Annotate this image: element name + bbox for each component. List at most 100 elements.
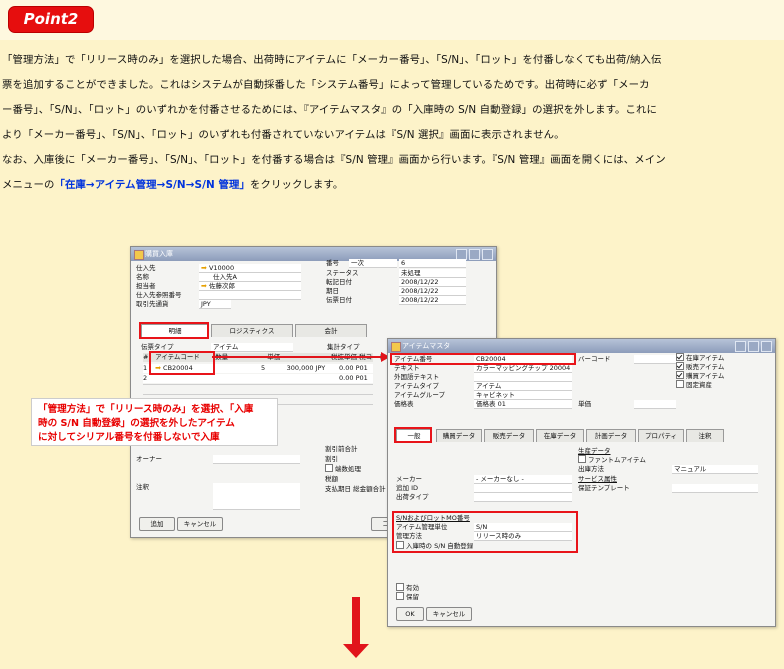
link-arrow-icon[interactable]: ➡ xyxy=(201,282,207,290)
tab-sales-data[interactable]: 販売データ xyxy=(484,429,534,442)
connector-arrow-line xyxy=(212,356,382,358)
close-icon[interactable] xyxy=(761,341,772,352)
item-type-select[interactable]: アイテム xyxy=(211,343,293,352)
vendor-ref-field[interactable] xyxy=(199,291,301,300)
item-master-window: アイテムマスタ アイテム番号 CB20004 テキスト カラーマッピングチップ … xyxy=(387,338,776,627)
service-attr-header: サービス属性 xyxy=(578,475,617,483)
checkbox-icon xyxy=(396,583,404,591)
series-select[interactable]: 一次 xyxy=(349,259,397,268)
shipping-type-label: 出荷タイプ xyxy=(396,493,429,501)
owner-field[interactable] xyxy=(213,455,300,464)
tab-remarks[interactable]: 注釈 xyxy=(686,429,724,442)
paragraph-line-1: 「管理方法」で「リリース時のみ」を選択した場合、出荷時にアイテムに「メーカー番号… xyxy=(2,54,662,66)
status-label: ステータス xyxy=(326,269,359,277)
highlight-serial-section xyxy=(392,511,578,553)
item-window-titlebar: アイテムマスタ xyxy=(388,339,775,353)
due-date-label: 期日 xyxy=(326,287,339,295)
doc-number-label: 番号 xyxy=(326,259,339,267)
currency-field[interactable]: JPY xyxy=(199,300,231,309)
tab-planning-data[interactable]: 計画データ xyxy=(586,429,636,442)
vendor-name-label: 名称 xyxy=(136,273,149,281)
add-button[interactable]: 追加 xyxy=(139,517,175,531)
item-type-select[interactable]: アイテム xyxy=(474,382,572,391)
tab-logistics[interactable]: ロジスティクス xyxy=(211,324,293,337)
unit-price-field[interactable] xyxy=(634,400,676,409)
rounding-checkbox xyxy=(325,464,333,472)
link-arrow-icon[interactable]: ➡ xyxy=(201,264,207,272)
maximize-icon[interactable] xyxy=(748,341,759,352)
highlight-item-code xyxy=(149,351,215,375)
shipping-type-select[interactable] xyxy=(474,493,572,502)
ok-button[interactable]: OK xyxy=(396,607,424,621)
row1-tax[interactable]: 0.00 P01 xyxy=(339,364,368,373)
rounding-label[interactable]: 端数処理 xyxy=(325,464,361,474)
phantom-item-check[interactable]: ファントムアイテム xyxy=(578,455,646,465)
checkbox-icon xyxy=(676,353,684,361)
foreign-text-label: 外国語テキスト xyxy=(394,373,440,381)
warranty-field[interactable] xyxy=(672,484,758,493)
issue-method-select[interactable]: マニュアル xyxy=(672,465,758,474)
down-arrow-head-icon xyxy=(343,644,369,658)
item-text-field[interactable]: カラーマッピングチップ 20004 xyxy=(474,364,572,373)
manufacturer-select[interactable]: - メーカーなし - xyxy=(474,475,572,484)
minimize-icon[interactable] xyxy=(735,341,746,352)
callout-line-2: 時の S/N 自動登録」の選択を外したアイテム xyxy=(38,418,235,429)
callout-line-3: に対してシリアル番号を付番しないで入庫 xyxy=(38,432,220,443)
item-type-label: アイテムタイプ xyxy=(394,382,439,390)
paragraph-line-4: より「メーカー番号」、「S/N」、「ロット」のいずれも付番されていないアイテムは… xyxy=(2,129,565,141)
paragraph-line-3: ー番号」、「S/N」、「ロット」のいずれかを付番させるためには、『アイテムマスタ… xyxy=(2,104,657,116)
row2-tax[interactable]: 0.00 P01 xyxy=(339,374,368,383)
contact-field[interactable]: ➡ 佐藤次郎 xyxy=(199,282,301,291)
window-app-icon xyxy=(391,342,401,352)
barcode-field[interactable] xyxy=(634,355,676,364)
unit-price-label: 単価 xyxy=(578,400,591,408)
item-group-select[interactable]: キャビネット xyxy=(474,391,572,400)
remarks-label: 注釈 xyxy=(136,483,149,491)
doc-date-label: 伝票日付 xyxy=(326,296,352,304)
item-group-label: アイテムグループ xyxy=(394,391,445,399)
tab-inventory-data[interactable]: 在庫データ xyxy=(536,429,584,442)
window-app-icon xyxy=(134,250,144,260)
owner-label: オーナー xyxy=(136,455,162,463)
checkbox-icon xyxy=(676,362,684,370)
check-fixed-asset[interactable]: 固定資産 xyxy=(676,380,712,390)
summary-type-label: 集計タイプ xyxy=(327,343,360,351)
price-list-label: 価格表 xyxy=(394,400,414,408)
highlight-item-number xyxy=(390,353,576,365)
header-strip xyxy=(0,0,784,40)
tab-properties[interactable]: プロパティ xyxy=(638,429,684,442)
issue-method-label: 出庫方法 xyxy=(578,465,604,473)
doc-number-field[interactable]: 6 xyxy=(399,259,466,268)
posting-date-field[interactable]: 2008/12/22 xyxy=(399,278,466,287)
remarks-field[interactable] xyxy=(213,483,300,510)
vendor-label: 仕入先 xyxy=(136,264,156,272)
vendor-ref-label: 仕入先参照番号 xyxy=(136,291,182,299)
vendor-field[interactable]: ➡ V10000 xyxy=(199,264,301,273)
close-icon[interactable] xyxy=(482,249,493,260)
item-window-title: アイテムマスタ xyxy=(402,342,451,350)
last-line-suffix: をクリックします。 xyxy=(249,179,344,191)
contact-label: 担当者 xyxy=(136,282,156,290)
doc-date-field[interactable]: 2008/12/22 xyxy=(399,296,466,305)
checkbox-icon xyxy=(676,380,684,388)
extra-id-field[interactable] xyxy=(474,484,572,493)
cancel-button[interactable]: キャンセル xyxy=(177,517,223,531)
currency-label: 取引先通貨 xyxy=(136,300,169,308)
tab-purchasing-data[interactable]: 購買データ xyxy=(436,429,482,442)
posting-date-label: 転記日付 xyxy=(326,278,352,286)
price-list-select[interactable]: 価格表 01 xyxy=(474,400,572,409)
extra-id-label: 追加 ID xyxy=(396,484,418,492)
checkbox-icon xyxy=(676,371,684,379)
checkbox-icon xyxy=(396,592,404,600)
foreign-text-field[interactable] xyxy=(474,373,572,382)
cancel-button[interactable]: キャンセル xyxy=(426,607,472,621)
menu-path-highlight: 「在庫→アイテム管理→S/N→S/N 管理」 xyxy=(54,179,250,191)
paragraph-line-6: メニューの「在庫→アイテム管理→S/N→S/N 管理」をクリックします。 xyxy=(2,175,782,196)
vendor-name-field[interactable]: 仕入先A xyxy=(199,273,301,282)
barcode-label: バーコード xyxy=(578,355,611,363)
due-date-field[interactable]: 2008/12/22 xyxy=(399,287,466,296)
callout-line-1: 「管理方法」で「リリース時のみ」を選択、「入庫 xyxy=(38,404,254,415)
hold-check[interactable]: 保留 xyxy=(396,592,419,602)
tab-accounting[interactable]: 会計 xyxy=(295,324,367,337)
maximize-icon[interactable] xyxy=(469,249,480,260)
